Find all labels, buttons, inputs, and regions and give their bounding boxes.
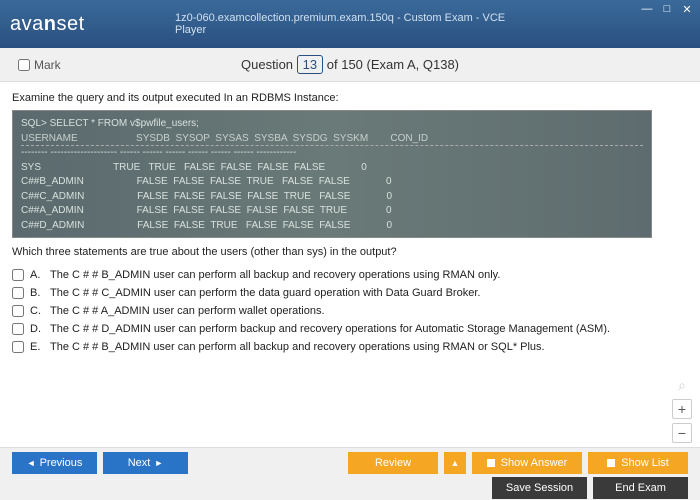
titlebar: avanset 1z0-060.examcollection.premium.e… (0, 0, 700, 48)
show-list-label: Show List (621, 457, 669, 469)
end-exam-button[interactable]: End Exam (593, 477, 688, 499)
sql-rule: -------- -------------------- ------ ---… (21, 147, 296, 158)
next-button[interactable]: Next (103, 452, 188, 474)
question-word: Question (241, 57, 293, 72)
option-letter: D. (30, 323, 44, 335)
review-label: Review (375, 457, 411, 469)
sql-row: C##D_ADMIN FALSE FALSE TRUE FALSE FALSE … (21, 220, 392, 231)
toolbar: Mark Question 13 of 150 (Exam A, Q138) (0, 48, 700, 82)
option-checkbox[interactable] (12, 287, 24, 299)
minimize-icon[interactable]: — (640, 3, 654, 16)
sql-output-image: SQL> SELECT * FROM v$pwfile_users; USERN… (12, 110, 652, 238)
sql-row: C##C_ADMIN FALSE FALSE FALSE FALSE TRUE … (21, 191, 392, 202)
chevron-up-icon: ▲ (451, 458, 460, 468)
sql-header: USERNAME SYSDB SYSOP SYSAS SYSBA SYSDG S… (21, 132, 643, 147)
option-a[interactable]: A. The C # # B_ADMIN user can perform all… (12, 266, 688, 284)
stop-icon (487, 459, 495, 467)
content-area: Examine the query and its output execute… (0, 82, 700, 447)
mark-checkbox-group[interactable]: Mark (18, 58, 61, 72)
review-dropdown-button[interactable]: ▲ (444, 452, 466, 474)
option-letter: A. (30, 269, 44, 281)
window-title: 1z0-060.examcollection.premium.exam.150q… (175, 12, 525, 36)
mark-label: Mark (34, 58, 61, 72)
next-label: Next (128, 457, 151, 469)
option-checkbox[interactable] (12, 305, 24, 317)
previous-label: Previous (40, 457, 83, 469)
zoom-out-button[interactable]: − (672, 423, 692, 443)
save-session-button[interactable]: Save Session (492, 477, 587, 499)
question-total: of 150 (Exam A, Q138) (327, 57, 459, 72)
zoom-in-button[interactable]: + (672, 399, 692, 419)
option-text: The C # # A_ADMIN user can perform walle… (50, 305, 325, 317)
option-checkbox[interactable] (12, 323, 24, 335)
window-controls: — □ ✕ (640, 3, 694, 16)
option-text: The C # # B_ADMIN user can perform all b… (50, 269, 500, 281)
option-b[interactable]: B. The C # # C_ADMIN user can perform the… (12, 284, 688, 302)
option-e[interactable]: E. The C # # B_ADMIN user can perform all… (12, 338, 688, 356)
question-number: 13 (297, 55, 323, 74)
zoom-controls: ⌕ + − (672, 375, 692, 443)
option-checkbox[interactable] (12, 341, 24, 353)
sql-row: SYS TRUE TRUE FALSE FALSE FALSE FALSE 0 (21, 162, 367, 173)
prompt-text-1: Examine the query and its output execute… (12, 92, 688, 104)
mark-checkbox[interactable] (18, 59, 30, 71)
prompt-text-2: Which three statements are true about th… (12, 246, 688, 258)
sql-row: C##A_ADMIN FALSE FALSE FALSE FALSE FALSE… (21, 205, 392, 216)
option-text: The C # # D_ADMIN user can perform backu… (50, 323, 610, 335)
close-icon[interactable]: ✕ (680, 3, 694, 16)
stop-icon (607, 459, 615, 467)
show-list-button[interactable]: Show List (588, 452, 688, 474)
option-d[interactable]: D. The C # # D_ADMIN user can perform bac… (12, 320, 688, 338)
option-letter: B. (30, 287, 44, 299)
sql-cmd: SQL> SELECT * FROM v$pwfile_users; (21, 118, 199, 129)
option-text: The C # # C_ADMIN user can perform the d… (50, 287, 480, 299)
options-group: A. The C # # B_ADMIN user can perform all… (12, 266, 688, 356)
footer: Previous Next Review ▲ Show Answer Show … (0, 447, 700, 500)
maximize-icon[interactable]: □ (660, 3, 674, 16)
sql-row: C##B_ADMIN FALSE FALSE FALSE TRUE FALSE … (21, 176, 392, 187)
show-answer-label: Show Answer (501, 457, 568, 469)
question-indicator: Question 13 of 150 (Exam A, Q138) (241, 57, 459, 72)
review-button[interactable]: Review (348, 452, 438, 474)
option-c[interactable]: C. The C # # A_ADMIN user can perform wal… (12, 302, 688, 320)
previous-button[interactable]: Previous (12, 452, 97, 474)
option-text: The C # # B_ADMIN user can perform all b… (50, 341, 545, 353)
option-letter: C. (30, 305, 44, 317)
app-logo: avanset (10, 13, 85, 36)
zoom-reset-icon[interactable]: ⌕ (672, 375, 692, 395)
show-answer-button[interactable]: Show Answer (472, 452, 582, 474)
option-checkbox[interactable] (12, 269, 24, 281)
option-letter: E. (30, 341, 44, 353)
